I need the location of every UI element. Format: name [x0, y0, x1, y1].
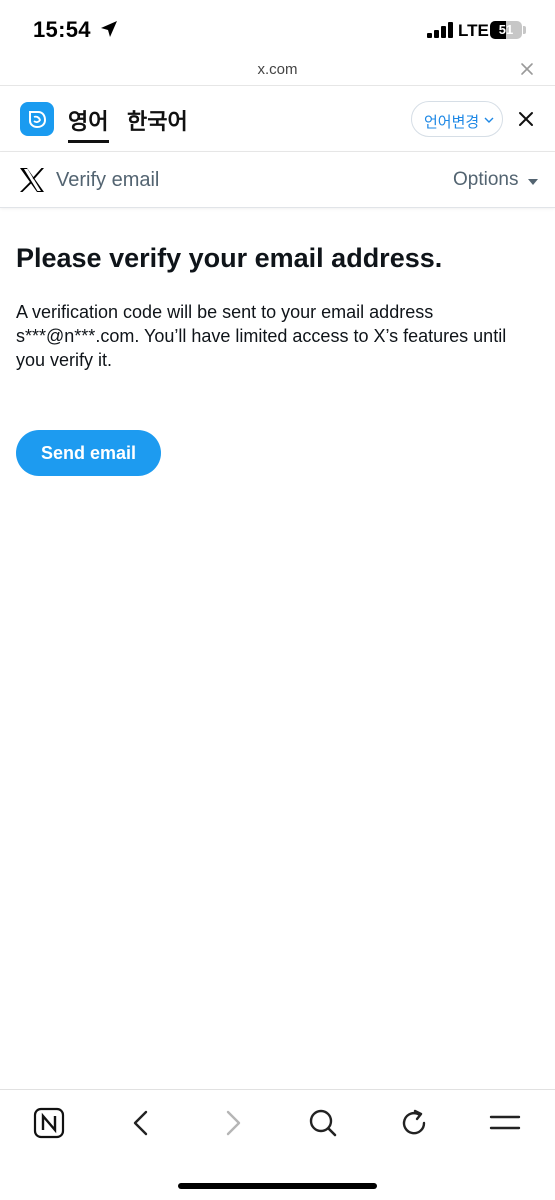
phone-screen: 15:54 LTE 51 x.com 영어 한국어 언어변경 Verify em…: [0, 0, 555, 1200]
send-email-button[interactable]: Send email: [16, 430, 161, 476]
page-header: Verify email Options: [0, 152, 555, 208]
battery-level: 51: [498, 22, 514, 37]
x-logo-icon[interactable]: [18, 166, 46, 194]
verify-heading: Please verify your email address.: [16, 243, 443, 273]
url-text[interactable]: x.com: [0, 61, 555, 78]
change-language-label: 언어변경: [424, 114, 480, 131]
location-arrow-icon: [101, 21, 117, 37]
status-time: 15:54: [33, 17, 91, 42]
menu-icon[interactable]: [488, 1106, 522, 1140]
forward-arrow-icon[interactable]: [216, 1106, 250, 1140]
status-bar: 15:54 LTE 51: [0, 0, 555, 58]
tab-source-language[interactable]: 영어: [68, 104, 108, 136]
search-icon[interactable]: [306, 1106, 340, 1140]
caret-down-icon[interactable]: [528, 179, 538, 185]
close-translate-icon[interactable]: [518, 111, 534, 127]
naver-home-icon[interactable]: [32, 1106, 66, 1140]
verify-description: A verification code will be sent to your…: [16, 302, 507, 370]
refresh-icon[interactable]: [397, 1106, 431, 1140]
network-type: LTE: [458, 21, 489, 40]
signal-strength-icon: [427, 22, 453, 38]
tab-target-language[interactable]: 한국어: [127, 104, 188, 136]
back-arrow-icon[interactable]: [124, 1106, 158, 1140]
chevron-down-icon: [484, 117, 494, 123]
home-indicator[interactable]: [178, 1183, 377, 1189]
battery-cap: [523, 26, 526, 34]
url-bar[interactable]: x.com: [0, 58, 555, 86]
active-tab-indicator: [68, 140, 109, 143]
options-button[interactable]: Options: [453, 169, 518, 191]
papago-icon[interactable]: [20, 102, 54, 136]
page-title: Verify email: [56, 169, 160, 191]
close-icon[interactable]: [519, 61, 535, 77]
translate-bar: 영어 한국어 언어변경: [0, 86, 555, 152]
change-language-button[interactable]: 언어변경: [411, 101, 503, 137]
battery-icon: 51: [490, 21, 522, 39]
